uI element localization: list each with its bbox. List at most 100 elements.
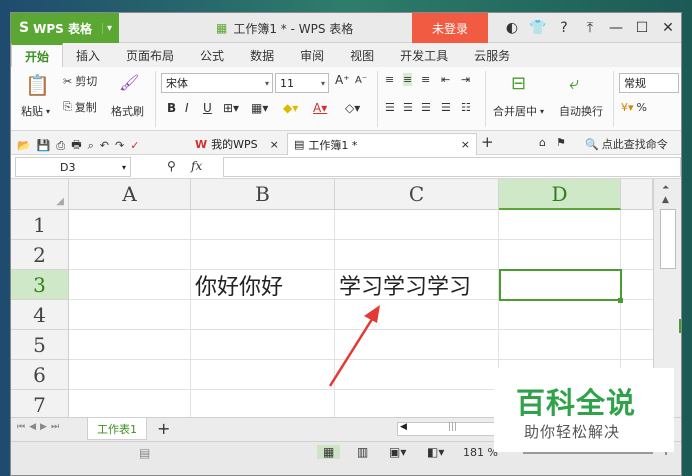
print-preview-icon[interactable]: ⌕: [88, 139, 94, 153]
merge-icon[interactable]: ⊟: [511, 73, 526, 94]
column-header-e[interactable]: [621, 179, 653, 210]
row-header-2[interactable]: 2: [11, 240, 69, 270]
tab-page-layout[interactable]: 页面布局: [113, 43, 187, 67]
formula-input[interactable]: [223, 157, 681, 177]
fill-pattern-icon[interactable]: ▦▾: [251, 101, 268, 115]
align-middle-icon[interactable]: ≡: [403, 73, 413, 86]
align-top-icon[interactable]: ≡: [385, 73, 394, 86]
font-name-select[interactable]: 宋体 ▾: [161, 73, 273, 93]
select-all-corner[interactable]: ◢: [11, 179, 69, 210]
redo-icon[interactable]: ↷: [115, 139, 124, 152]
justify-icon[interactable]: ☰: [441, 101, 451, 114]
add-sheet-button[interactable]: +: [157, 419, 170, 438]
print-icon[interactable]: 🖶: [71, 136, 81, 155]
find-command[interactable]: 🔍 点此查找命令: [585, 136, 668, 152]
column-header-a[interactable]: A: [69, 179, 191, 210]
format-painter-button[interactable]: 格式刷: [111, 103, 144, 119]
login-button[interactable]: 未登录: [412, 13, 488, 43]
save-icon[interactable]: 💾: [37, 139, 51, 152]
border-icon[interactable]: ⊞▾: [223, 101, 239, 115]
tab-workbook[interactable]: ▤ 工作簿1 * ×: [287, 133, 477, 155]
undo-icon[interactable]: ↶: [100, 139, 109, 152]
font-size-select[interactable]: 11 ▾: [275, 73, 329, 93]
prev-sheet-icon[interactable]: ◀: [29, 422, 36, 432]
new-tab-icon[interactable]: +: [481, 133, 494, 151]
page-layout-view-icon[interactable]: ▥: [357, 445, 368, 459]
side-panel-handle[interactable]: [679, 319, 681, 333]
shirt-icon[interactable]: 👕: [525, 20, 551, 36]
last-sheet-icon[interactable]: ⏭: [51, 422, 59, 432]
minimize-icon[interactable]: —: [603, 20, 629, 36]
copy-button[interactable]: ⎘ 复制: [63, 99, 97, 115]
close-tab-icon[interactable]: ×: [461, 138, 470, 151]
underline-button[interactable]: U: [203, 101, 212, 115]
help-icon[interactable]: ?: [551, 20, 577, 36]
scroll-up-top-icon[interactable]: ⏶: [662, 183, 669, 193]
cell-d3-active[interactable]: [499, 269, 622, 301]
brush-icon[interactable]: 🖌: [119, 73, 139, 92]
zoom-slider[interactable]: [523, 452, 653, 454]
paste-icon[interactable]: 📋: [25, 73, 50, 97]
tab-review[interactable]: 审阅: [287, 43, 337, 67]
wrap-text-button[interactable]: 自动换行: [559, 103, 603, 119]
row-header-3[interactable]: 3: [11, 270, 69, 300]
open-icon[interactable]: 📂: [17, 139, 31, 152]
maximize-icon[interactable]: ☐: [629, 20, 655, 36]
cell-b3[interactable]: 你好你好: [191, 270, 335, 300]
zoom-magnifier-icon[interactable]: ⚲: [167, 159, 176, 173]
page-break-view-icon[interactable]: ▣▾: [389, 445, 406, 459]
tag-icon[interactable]: ⌂: [539, 136, 546, 149]
close-tab-icon[interactable]: ×: [270, 138, 279, 151]
align-right-icon[interactable]: ☰: [421, 101, 431, 114]
tab-home[interactable]: 开始: [11, 43, 64, 67]
grow-font-icon[interactable]: A⁺: [335, 73, 350, 87]
row-header-4[interactable]: 4: [11, 300, 69, 330]
column-header-d[interactable]: D: [499, 179, 621, 210]
shrink-font-icon[interactable]: A⁻: [355, 75, 367, 86]
scroll-thumb[interactable]: [660, 209, 676, 269]
italic-button[interactable]: I: [185, 101, 189, 115]
align-left-icon[interactable]: ☰: [385, 101, 395, 114]
reading-view-icon[interactable]: ◧▾: [427, 445, 444, 459]
paste-button[interactable]: 粘贴 ▾: [21, 103, 50, 119]
indent-increase-icon[interactable]: ⇥: [461, 73, 470, 86]
fx-button[interactable]: fx: [191, 159, 202, 173]
zoom-level[interactable]: 181 %: [463, 446, 498, 459]
next-sheet-icon[interactable]: ▶: [40, 422, 47, 432]
row-header-5[interactable]: 5: [11, 330, 69, 360]
scroll-up-icon[interactable]: ▲: [662, 195, 669, 205]
tab-data[interactable]: 数据: [237, 43, 287, 67]
name-box[interactable]: D3 ▾: [15, 157, 131, 177]
normal-view-icon[interactable]: ▦: [317, 445, 341, 459]
fill-handle[interactable]: [618, 298, 623, 303]
app-menu-button[interactable]: S WPS 表格 ▾: [11, 13, 119, 43]
close-icon[interactable]: ✕: [655, 20, 681, 36]
flag-icon[interactable]: ⚑: [556, 136, 566, 149]
font-color-icon[interactable]: A▾: [313, 101, 327, 115]
tab-view[interactable]: 视图: [337, 43, 387, 67]
row-header-1[interactable]: 1: [11, 210, 69, 240]
row-header-6[interactable]: 6: [11, 360, 69, 390]
bold-button[interactable]: B: [167, 101, 176, 115]
align-bottom-icon[interactable]: ≡: [421, 73, 430, 86]
customize-icon[interactable]: ✓: [130, 139, 139, 152]
row-header-7[interactable]: 7: [11, 390, 69, 417]
restore-ribbon-icon[interactable]: ⤒: [577, 20, 603, 36]
horizontal-scrollbar[interactable]: ◀ |||: [397, 422, 507, 436]
tab-cloud[interactable]: 云服务: [461, 43, 523, 67]
tab-insert[interactable]: 插入: [63, 43, 113, 67]
first-sheet-icon[interactable]: ⏮: [17, 422, 25, 432]
column-header-c[interactable]: C: [335, 179, 499, 210]
macro-icon[interactable]: ▤: [139, 446, 150, 460]
scroll-left-icon[interactable]: ◀: [400, 422, 407, 432]
export-pdf-icon[interactable]: ⎙: [56, 139, 65, 153]
merge-center-button[interactable]: 合并居中 ▾: [493, 103, 544, 119]
cut-button[interactable]: ✂ 剪切: [63, 73, 97, 89]
wrap-text-icon[interactable]: ⤶: [569, 73, 579, 94]
distribute-icon[interactable]: ☷: [461, 101, 471, 114]
fill-color-icon[interactable]: ◆▾: [283, 101, 298, 115]
column-header-b[interactable]: B: [191, 179, 335, 210]
sheet-tab-1[interactable]: 工作表1: [87, 418, 147, 440]
cell-c3[interactable]: 学习学习学习: [335, 270, 499, 300]
indent-decrease-icon[interactable]: ⇤: [441, 73, 450, 86]
